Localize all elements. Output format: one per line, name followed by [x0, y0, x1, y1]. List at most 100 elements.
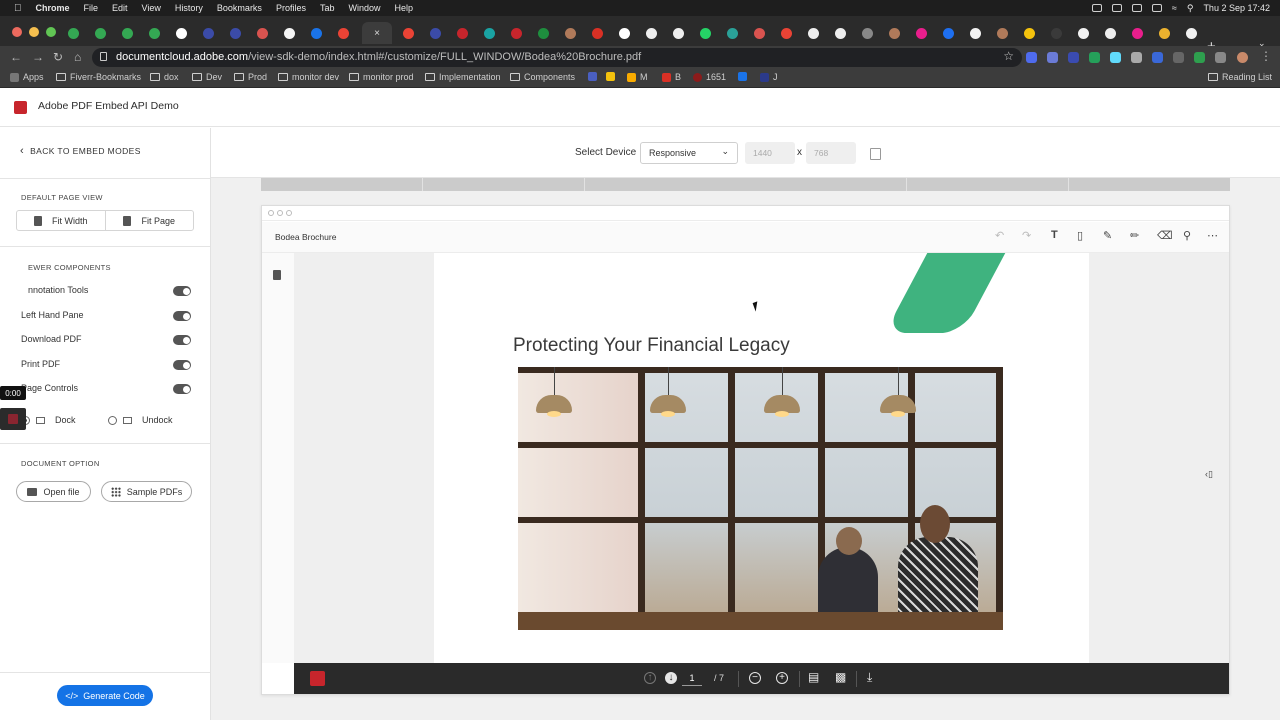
comment-icon[interactable]: ▯ — [1077, 229, 1083, 242]
browser-tab[interactable] — [87, 22, 113, 44]
browser-tab-active[interactable]: × — [362, 22, 392, 44]
download-icon[interactable]: ⤓ — [867, 670, 872, 685]
more-options-icon[interactable]: ⋯ — [1207, 229, 1218, 242]
browser-tab[interactable] — [422, 22, 448, 44]
page-number-input[interactable]: 1 — [682, 671, 702, 686]
browser-tab[interactable] — [989, 22, 1015, 44]
extension-icon[interactable] — [1173, 52, 1184, 63]
search-icon[interactable]: ⚲ — [1183, 229, 1191, 242]
browser-tab[interactable] — [1178, 22, 1204, 44]
extension-icon[interactable] — [1068, 52, 1079, 63]
maximize-window-icon[interactable] — [46, 27, 56, 37]
wifi-icon[interactable]: ≈ — [1172, 3, 1177, 13]
home-icon[interactable]: ⌂ — [74, 50, 81, 64]
menu-history[interactable]: History — [175, 3, 203, 13]
comments-panel-toggle-icon[interactable]: ‹▯ — [1205, 469, 1213, 480]
browser-tab[interactable] — [195, 22, 221, 44]
bookmark-folder[interactable]: Prod — [234, 72, 267, 82]
menu-bookmarks[interactable]: Bookmarks — [217, 3, 262, 13]
browser-tab[interactable] — [1097, 22, 1123, 44]
browser-tab[interactable] — [881, 22, 907, 44]
browser-tab[interactable] — [719, 22, 745, 44]
browser-tab[interactable] — [1070, 22, 1096, 44]
bookmark-item[interactable] — [738, 72, 751, 81]
previous-page-icon[interactable]: ↑ — [644, 672, 656, 684]
device-width-input[interactable]: 1440 — [745, 142, 795, 164]
device-select[interactable]: Responsive ⌄ — [640, 142, 738, 164]
menu-help[interactable]: Help — [394, 3, 413, 13]
extension-icon[interactable] — [1152, 52, 1163, 63]
url-text[interactable]: documentcloud.adobe.com/view-sdk-demo/in… — [116, 51, 641, 63]
zoom-in-icon[interactable]: + — [776, 672, 788, 684]
status-icon[interactable] — [1131, 4, 1142, 12]
fit-page-view-icon[interactable]: ▤ — [808, 670, 819, 684]
menu-app-name[interactable]: Chrome — [36, 3, 70, 13]
bookmark-item[interactable]: J — [760, 72, 778, 82]
annotation-tools-toggle[interactable] — [173, 286, 191, 296]
browser-tab[interactable] — [476, 22, 502, 44]
close-tab-icon[interactable]: × — [374, 28, 380, 39]
next-page-icon[interactable]: ↓ — [665, 672, 677, 684]
browser-tab[interactable] — [908, 22, 934, 44]
extensions-puzzle-icon[interactable] — [1215, 52, 1226, 63]
browser-tab[interactable] — [1124, 22, 1150, 44]
bookmark-item[interactable] — [606, 72, 619, 81]
menu-clock[interactable]: Thu 2 Sep 17:42 — [1203, 3, 1270, 13]
dock-radio[interactable]: Dock — [21, 415, 76, 425]
extension-icon[interactable] — [1194, 52, 1205, 63]
draw-pencil-icon[interactable]: ✏ — [1130, 229, 1139, 242]
bookmark-item[interactable]: M — [627, 72, 648, 82]
browser-tab[interactable] — [827, 22, 853, 44]
zoom-out-icon[interactable]: − — [749, 672, 761, 684]
sample-pdfs-button[interactable]: Sample PDFs — [101, 481, 192, 502]
bookmark-star-icon[interactable]: ☆ — [1003, 49, 1014, 63]
adobe-acrobat-icon[interactable] — [310, 671, 325, 686]
browser-tab[interactable] — [584, 22, 610, 44]
reload-icon[interactable]: ↻ — [53, 50, 63, 64]
browser-tab[interactable] — [665, 22, 691, 44]
browser-tab[interactable] — [330, 22, 356, 44]
browser-tab[interactable] — [638, 22, 664, 44]
apple-icon[interactable]:  — [14, 3, 22, 14]
forward-arrow-icon[interactable]: → — [32, 50, 44, 64]
battery-icon[interactable] — [1151, 4, 1162, 12]
browser-tab[interactable] — [935, 22, 961, 44]
browser-tab[interactable] — [303, 22, 329, 44]
print-pdf-toggle[interactable] — [173, 360, 191, 370]
bookmark-item[interactable]: 1651 — [693, 72, 726, 82]
more-menu-icon[interactable]: ⋮ — [1260, 49, 1272, 63]
browser-tab[interactable] — [141, 22, 167, 44]
browser-tab[interactable] — [854, 22, 880, 44]
extension-icon[interactable] — [1110, 52, 1121, 63]
close-window-icon[interactable] — [12, 27, 22, 37]
bookmark-folder[interactable]: dox — [150, 72, 179, 82]
minimize-window-icon[interactable] — [29, 27, 39, 37]
browser-tab[interactable] — [395, 22, 421, 44]
browser-tab[interactable] — [1043, 22, 1069, 44]
browser-tab[interactable] — [222, 22, 248, 44]
bookmark-apps[interactable]: Apps — [10, 72, 44, 82]
bookmark-folder[interactable]: Dev — [192, 72, 222, 82]
browser-tab[interactable] — [611, 22, 637, 44]
menu-file[interactable]: File — [84, 3, 99, 13]
bookmark-folder[interactable]: Fiverr-Bookmarks — [56, 72, 141, 82]
extension-icon[interactable] — [1131, 52, 1142, 63]
bookmark-folder[interactable]: Implementation — [425, 72, 501, 82]
menu-edit[interactable]: Edit — [112, 3, 128, 13]
recording-stop-button[interactable] — [0, 408, 26, 430]
bookmark-item[interactable]: B — [662, 72, 681, 82]
browser-tab[interactable] — [276, 22, 302, 44]
redo-icon[interactable]: ↷ — [1022, 229, 1031, 242]
device-height-input[interactable]: 768 — [806, 142, 856, 164]
eraser-icon[interactable]: ⌫ — [1157, 229, 1173, 242]
browser-tab[interactable] — [692, 22, 718, 44]
status-icon[interactable] — [1111, 4, 1122, 12]
browser-tab[interactable] — [60, 22, 86, 44]
browser-tab[interactable] — [1151, 22, 1177, 44]
bookmark-folder[interactable]: Components — [510, 72, 575, 82]
back-to-embed-modes-link[interactable]: ‹ BACK TO EMBED MODES — [20, 145, 141, 157]
bookmark-folder[interactable]: monitor prod — [349, 72, 414, 82]
lock-icon[interactable] — [100, 52, 107, 61]
bookmark-folder[interactable]: monitor dev — [278, 72, 339, 82]
browser-tab[interactable] — [1016, 22, 1042, 44]
